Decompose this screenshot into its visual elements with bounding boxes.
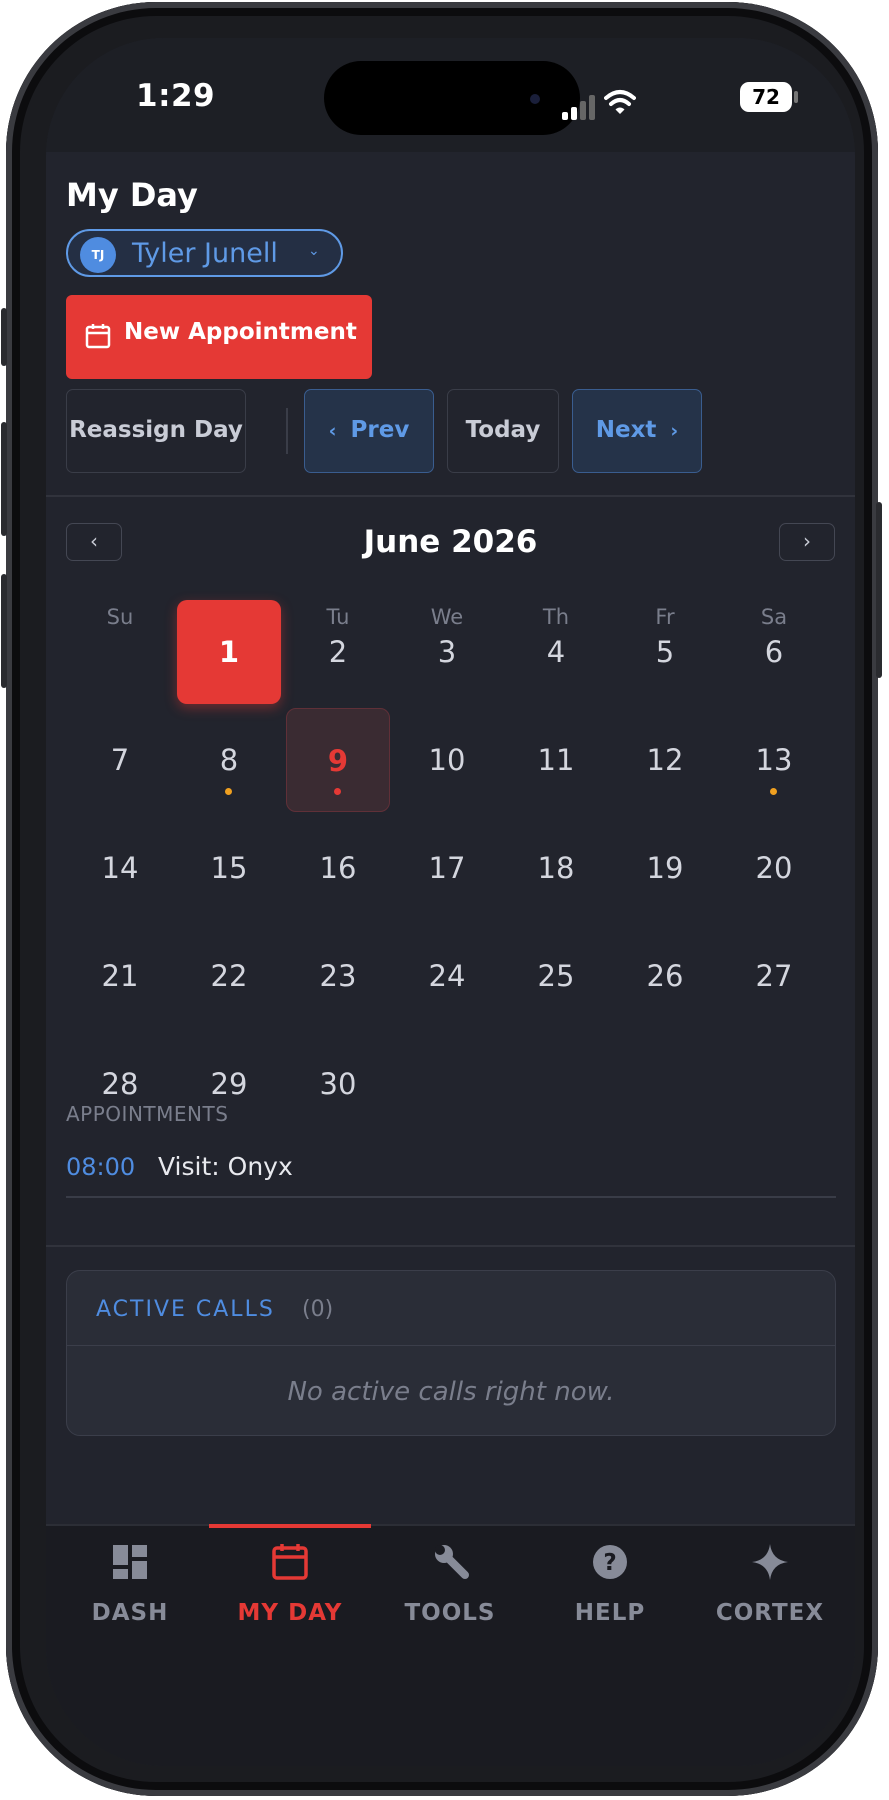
svg-text:?: ? [603, 1550, 616, 1576]
weekday-label: Su [106, 605, 134, 629]
camera-dot [530, 94, 540, 104]
volume-up-button [1, 422, 7, 536]
next-label: Next [595, 417, 657, 443]
tab-label: CORTEX [715, 1600, 825, 1626]
section-divider [46, 1245, 855, 1247]
status-bar: 1:29 72 [46, 38, 855, 152]
status-time: 1:29 [136, 78, 216, 114]
today-button[interactable]: Today [447, 389, 559, 473]
page-title: My Day [66, 176, 198, 214]
calendar-day[interactable]: 4 [504, 600, 608, 704]
appointment-title: Visit: Onyx [158, 1152, 293, 1181]
calendar-day[interactable]: 27 [722, 924, 826, 1028]
volume-down-button [1, 574, 7, 688]
month-title: June 2026 [363, 524, 538, 560]
power-button [876, 502, 882, 678]
tab-my-day[interactable]: MY DAY [210, 1528, 370, 1648]
active-calls-header: ACTIVE CALLS (0) [67, 1271, 835, 1346]
calendar-day[interactable]: 25 [504, 924, 608, 1028]
calendar-day[interactable]: 22 [177, 924, 281, 1028]
wrench-icon [435, 1545, 469, 1579]
avatar: TJ [80, 237, 116, 273]
tab-label: TOOLS [404, 1600, 496, 1626]
calendar-day[interactable]: 14 [68, 816, 172, 920]
calendar-day[interactable]: 18 [504, 816, 608, 920]
event-dot [770, 788, 777, 795]
reassign-day-label: Reassign Day [69, 417, 243, 443]
tab-help[interactable]: ? HELP [530, 1528, 690, 1648]
screen: 1:29 72 My Day TJ Tyler Junell ⌄ New App… [46, 38, 855, 1766]
tab-dash[interactable]: DASH [50, 1528, 210, 1648]
event-dot [225, 788, 232, 795]
event-dot [334, 788, 341, 795]
active-calls-empty-text: No active calls right now. [287, 1377, 615, 1407]
calendar-day[interactable]: 10 [395, 708, 499, 812]
tab-cortex[interactable]: CORTEX [690, 1528, 850, 1648]
sparkle-icon [752, 1544, 788, 1580]
reassign-day-button[interactable]: Reassign Day [66, 389, 246, 473]
calendar-day[interactable]: 24 [395, 924, 499, 1028]
chevron-left-icon: ‹ [328, 420, 337, 442]
next-month-button[interactable]: › [779, 523, 835, 561]
calendar-day[interactable]: 19 [613, 816, 717, 920]
help-circle-icon: ? [593, 1545, 627, 1579]
calendar-day[interactable]: 7 [68, 708, 172, 812]
user-selector[interactable]: TJ Tyler Junell ⌄ [66, 229, 343, 277]
active-calls-card: ACTIVE CALLS (0) No active calls right n… [66, 1270, 836, 1436]
calendar-day[interactable]: 17 [395, 816, 499, 920]
calendar-day[interactable]: 13 [722, 708, 826, 812]
calendar-day[interactable]: 1 [177, 600, 281, 704]
tab-label: HELP [574, 1600, 646, 1626]
active-calls-count: (0) [302, 1297, 334, 1322]
calendar-day[interactable]: 6 [722, 600, 826, 704]
tab-label: MY DAY [237, 1600, 343, 1626]
calendar-day[interactable]: 16 [286, 816, 390, 920]
calendar-day[interactable]: 2 [286, 600, 390, 704]
tab-tools[interactable]: TOOLS [370, 1528, 530, 1648]
calendar-day[interactable]: 11 [504, 708, 608, 812]
wifi-icon [604, 90, 636, 114]
calendar-day[interactable]: 8 [177, 708, 281, 812]
active-calls-label: ACTIVE CALLS [96, 1297, 275, 1322]
new-appointment-label: New Appointment [124, 319, 357, 345]
calendar-day[interactable]: 3 [395, 600, 499, 704]
chevron-right-icon: › [670, 420, 679, 442]
dashboard-icon [113, 1545, 147, 1579]
section-divider [46, 495, 855, 497]
today-label: Today [465, 417, 541, 443]
calendar-icon [272, 1544, 308, 1580]
calendar-day[interactable]: 30 [286, 1032, 390, 1136]
calendar-day[interactable]: 26 [613, 924, 717, 1028]
appointment-time: 08:00 [66, 1153, 136, 1181]
next-button[interactable]: Next › [572, 389, 702, 473]
calendar-day[interactable]: 5 [613, 600, 717, 704]
button-divider [286, 408, 288, 454]
user-name: Tyler Junell [132, 238, 278, 269]
calendar-day[interactable]: 9 [286, 708, 390, 812]
dynamic-island [324, 61, 580, 135]
calendar-day[interactable]: 20 [722, 816, 826, 920]
phone-frame: 1:29 72 My Day TJ Tyler Junell ⌄ New App… [1, 2, 882, 1796]
calendar-day[interactable]: 12 [613, 708, 717, 812]
appointment-divider [66, 1196, 836, 1198]
action-button [1, 308, 7, 366]
new-appointment-button[interactable]: New Appointment [66, 295, 372, 379]
prev-label: Prev [350, 417, 410, 443]
chevron-right-icon: › [803, 529, 811, 553]
chevron-down-icon: ⌄ [308, 243, 320, 259]
calendar-day[interactable]: 21 [68, 924, 172, 1028]
appointments-header: APPOINTMENTS [66, 1102, 229, 1126]
prev-button[interactable]: ‹ Prev [304, 389, 434, 473]
battery-indicator: 72 [740, 82, 792, 112]
battery-nub [794, 91, 798, 103]
calendar-day[interactable]: 23 [286, 924, 390, 1028]
tab-label: DASH [91, 1600, 169, 1626]
calendar-icon [85, 324, 111, 349]
calendar-day[interactable]: 15 [177, 816, 281, 920]
